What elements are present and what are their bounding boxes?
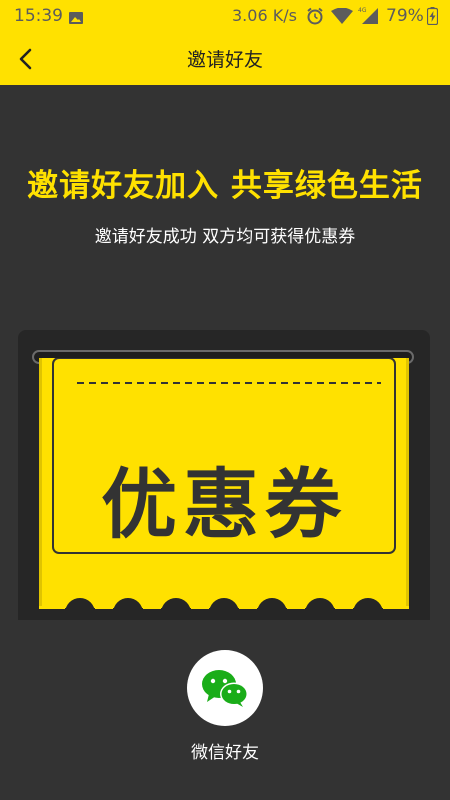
wifi-icon (331, 7, 353, 28)
wechat-icon (202, 670, 248, 707)
alarm-icon (306, 7, 324, 29)
svg-text:4G: 4G (358, 7, 367, 14)
page-title: 邀请好友 (186, 49, 263, 71)
status-time: 15:39 (14, 6, 63, 26)
coupon-label: 优惠券 (101, 460, 347, 549)
network-speed: 3.06 K/s (232, 6, 297, 25)
header: 15:39 3.06 K/s 4G 79% 邀请好友 (0, 0, 450, 85)
status-bar: 15:39 3.06 K/s 4G 79% (0, 0, 450, 32)
share-wechat-label: 微信好友 (191, 743, 259, 763)
signal-icon: 4G (358, 6, 380, 28)
coupon-ticket: 优惠券 (39, 357, 409, 628)
battery-level: 79% (386, 6, 424, 26)
app-bar: 邀请好友 (0, 32, 450, 85)
image-icon (69, 9, 83, 28)
battery-icon (426, 7, 439, 29)
headline: 邀请好友加入 共享绿色生活 (27, 168, 423, 204)
coupon-panel: 优惠券 (18, 330, 430, 628)
subtitle: 邀请好友成功 双方均可获得优惠券 (94, 227, 356, 247)
wechat-icon-container (187, 650, 263, 726)
share-wechat-friend-button[interactable]: 微信好友 (175, 650, 275, 763)
